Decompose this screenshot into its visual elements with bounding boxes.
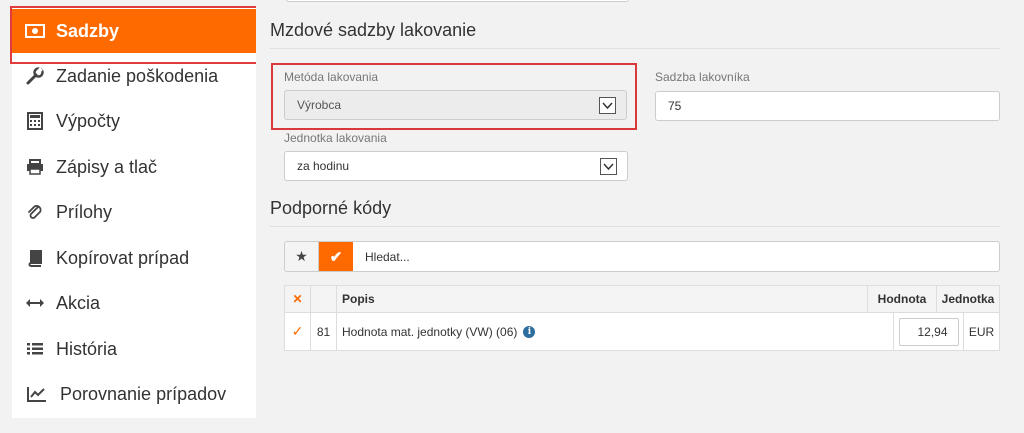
row-value-input[interactable]: 12,94 (898, 317, 959, 346)
sidebar-item-kopirovat-pripad[interactable]: Kopírovat prípad (12, 236, 256, 280)
section-divider (270, 226, 1000, 227)
method-highlight-frame (271, 63, 637, 130)
deselect-all-icon[interactable]: ✕ (285, 286, 311, 312)
row-unit: EUR (963, 313, 999, 350)
book-icon (24, 247, 46, 269)
search-placeholder: Hledat... (365, 249, 410, 264)
number-column-header (311, 286, 337, 312)
sidebar-item-label: Zadanie poškodenia (56, 65, 219, 86)
table-row[interactable]: ✓ 81 Hodnota mat. jednotky (VW) (06) i 1… (284, 313, 1000, 351)
line-chart-icon (26, 383, 48, 405)
painter-rate-label: Sadzba lakovníka (655, 70, 750, 84)
sidebar: Sadzby Zadanie poškodenia Výpočty Zápisy… (12, 8, 256, 418)
section-divider (270, 48, 1000, 49)
paperclip-icon (24, 201, 46, 223)
row-number: 81 (311, 313, 337, 350)
top-input-stub (286, 0, 629, 2)
search-input[interactable]: Hledat... (353, 242, 999, 271)
sidebar-item-label: História (56, 338, 118, 359)
painter-rate-input[interactable]: 75 (655, 91, 1000, 121)
unit-label: Jednotka lakovania (284, 131, 387, 145)
search-bar: ★ ✔ Hledat... (284, 241, 1000, 272)
sidebar-item-akcia[interactable]: Akcia (12, 281, 256, 325)
check-icon[interactable]: ✔ (319, 242, 353, 271)
chevron-down-icon[interactable] (600, 158, 617, 175)
info-icon[interactable]: i (523, 325, 536, 338)
row-value-cell: 12,94 (894, 313, 963, 350)
main-panel: Mzdové sadzby lakovanie Metóda lakovania… (256, 0, 1024, 433)
list-icon (24, 338, 46, 360)
calculator-icon (24, 110, 46, 132)
unit-select[interactable]: za hodinu (284, 151, 628, 181)
sidebar-item-zapisy-a-tlac[interactable]: Zápisy a tlač (12, 145, 256, 189)
sidebar-item-label: Porovnanie prípadov (60, 383, 227, 404)
sidebar-item-label: Výpočty (56, 110, 121, 131)
wrench-icon (24, 65, 46, 87)
sidebar-item-label: Akcia (56, 292, 101, 313)
table-header: ✕ Popis Hodnota Jednotka (284, 285, 1000, 313)
value-column-header: Hodnota (868, 286, 937, 312)
sidebar-item-prilohy[interactable]: Prílohy (12, 190, 256, 234)
unit-column-header: Jednotka (941, 292, 995, 306)
sidebar-item-label: Prílohy (56, 201, 113, 222)
sidebar-item-historia[interactable]: História (12, 327, 256, 371)
rates-section-title: Mzdové sadzby lakovanie (270, 20, 477, 40)
sidebar-item-porovnanie-pripadov[interactable]: Porovnanie prípadov (12, 372, 256, 416)
row-checked-icon[interactable]: ✓ (285, 313, 311, 350)
painter-rate-value: 75 (668, 99, 682, 113)
row-description: Hodnota mat. jednotky (VW) (06) i (337, 313, 894, 350)
support-section-title: Podporné kódy (270, 198, 392, 218)
printer-icon (24, 156, 46, 178)
arrows-horizontal-icon (24, 292, 46, 314)
row-description-text: Hodnota mat. jednotky (VW) (06) (342, 324, 518, 339)
sidebar-item-vypocty[interactable]: Výpočty (12, 99, 256, 143)
description-column-header: Popis (337, 286, 868, 312)
unit-value: za hodinu (297, 159, 350, 173)
sidebar-item-label: Zápisy a tlač (56, 156, 158, 177)
active-item-highlight (10, 6, 262, 64)
sidebar-item-label: Kopírovat prípad (56, 247, 190, 268)
star-icon[interactable]: ★ (285, 242, 319, 271)
